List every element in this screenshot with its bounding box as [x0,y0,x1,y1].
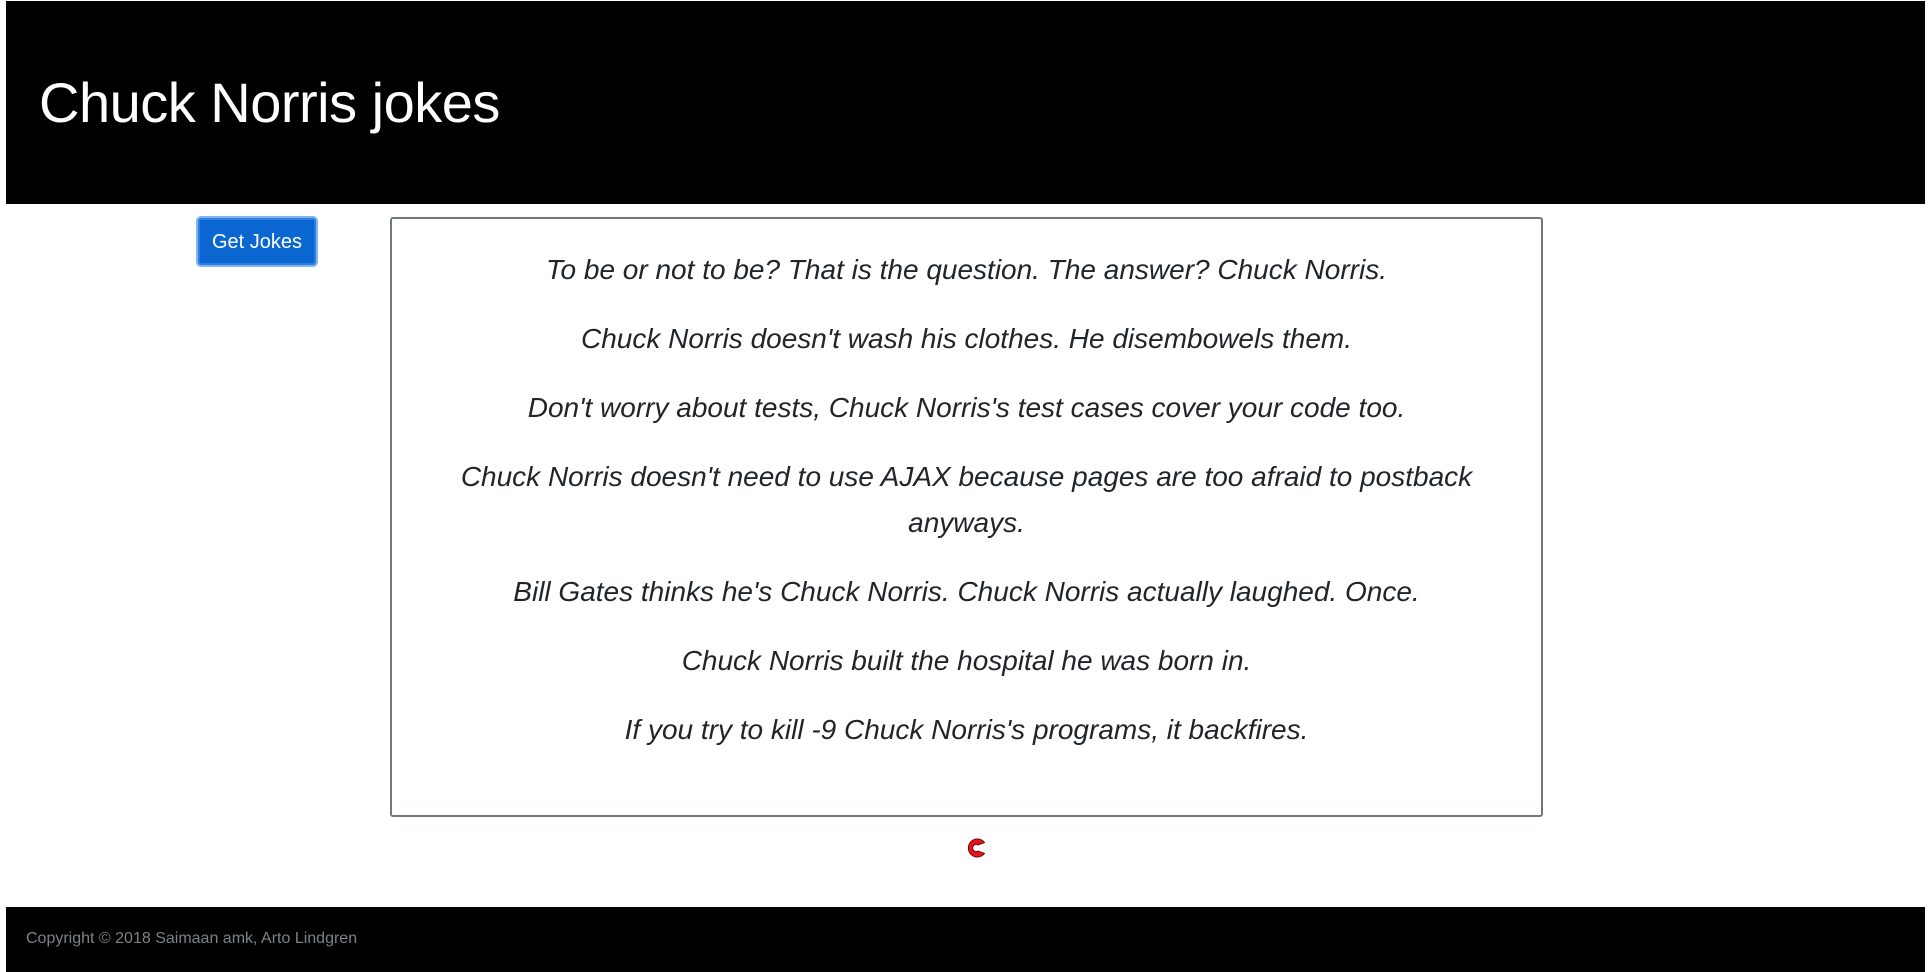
copyright-text: Copyright © 2018 Saimaan amk, Arto Lindg… [26,930,358,947]
joke-item: Don't worry about tests, Chuck Norris's … [527,392,1406,423]
page-footer: Copyright © 2018 Saimaan amk, Arto Lindg… [6,907,1925,972]
joke-item: Chuck Norris built the hospital he was b… [681,645,1252,676]
page-header: Chuck Norris jokes [6,1,1925,204]
joke-item: To be or not to be? That is the question… [546,254,1387,285]
loading-spinner-icon [966,837,988,859]
page-title: Chuck Norris jokes [39,71,500,134]
joke-item: Chuck Norris doesn't wash his clothes. H… [581,323,1352,354]
joke-item: Bill Gates thinks he's Chuck Norris. Chu… [513,576,1420,607]
jokes-panel: To be or not to be? That is the question… [390,217,1543,817]
joke-item: If you try to kill -9 Chuck Norris's pro… [624,714,1309,745]
get-jokes-button[interactable]: Get Jokes [196,216,318,267]
joke-item: Chuck Norris doesn't need to use AJAX be… [460,461,1473,538]
